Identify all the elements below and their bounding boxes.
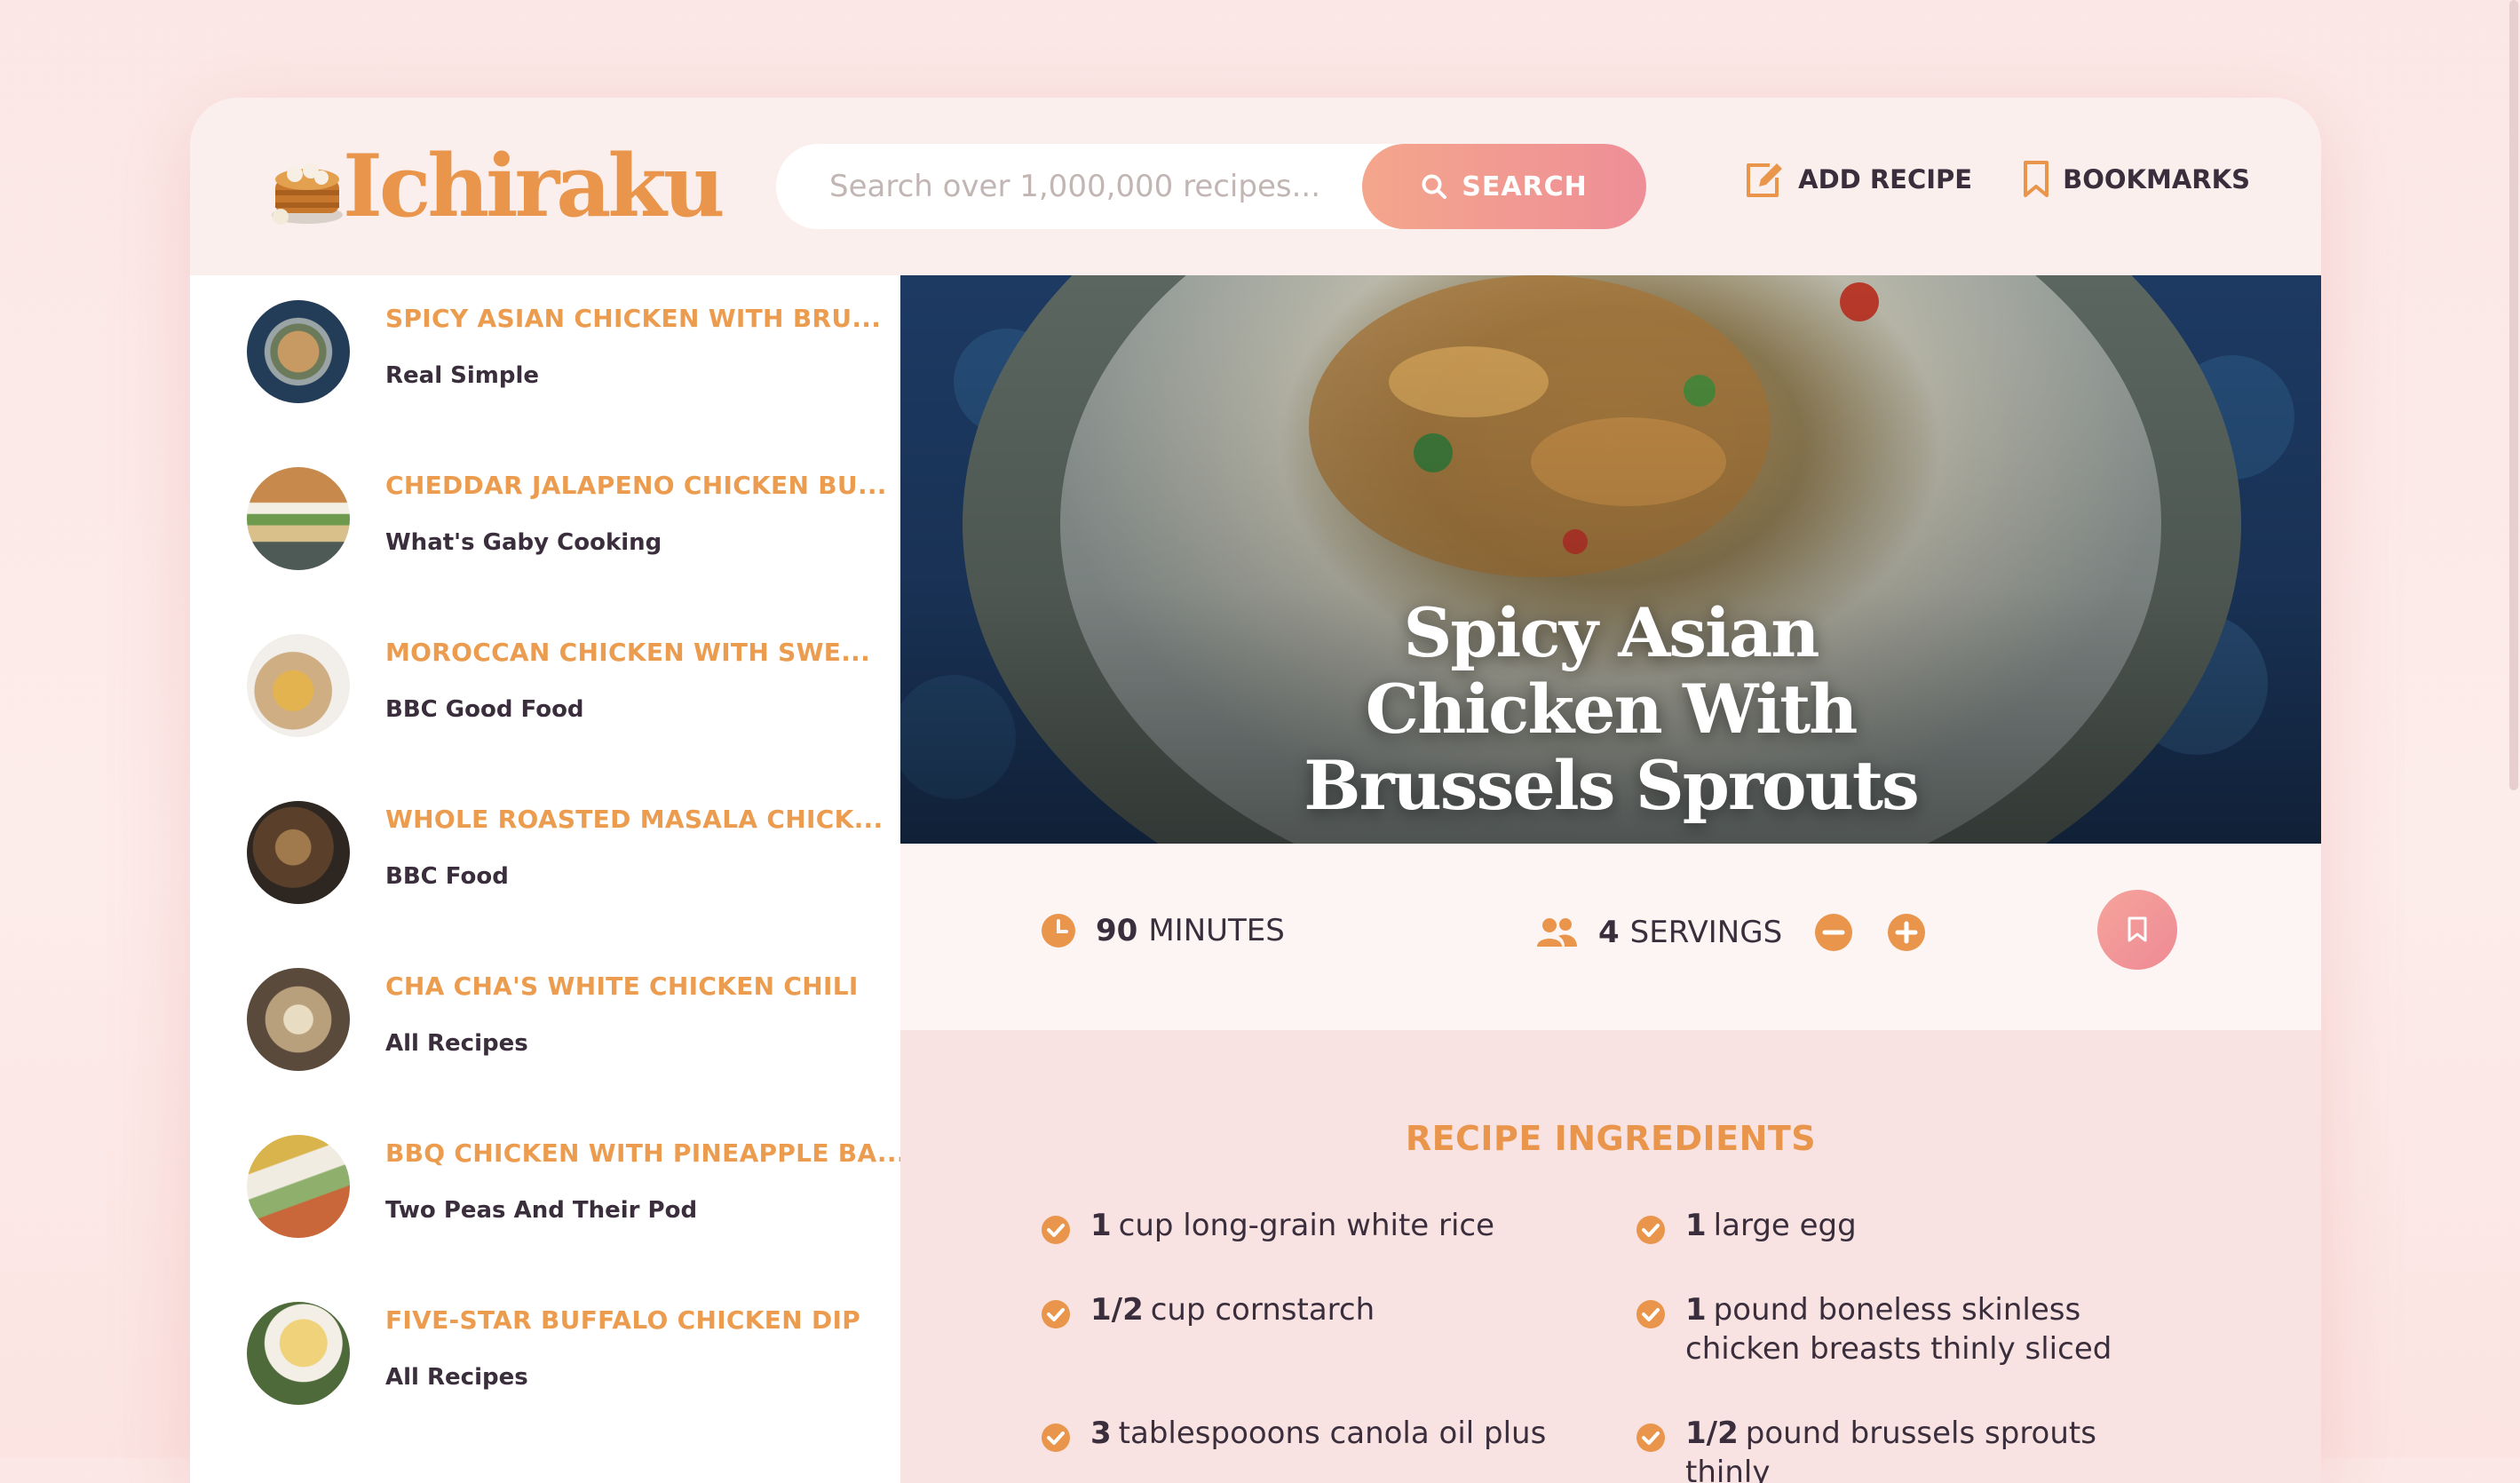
search-result-item[interactable]: BBQ CHICKEN WITH PINEAPPLE BA... Two Pea… <box>247 1119 906 1252</box>
minus-circle-icon[interactable] <box>1814 913 1853 952</box>
minutes-value: 90 <box>1096 913 1138 948</box>
result-publisher: Two Peas And Their Pod <box>385 1197 698 1224</box>
page-scrollbar[interactable] <box>2508 0 2520 1458</box>
result-publisher: All Recipes <box>385 1364 528 1391</box>
recipe-hero: Spicy Asian Chicken With Brussels Sprout… <box>900 275 2321 844</box>
users-icon <box>1537 918 1577 947</box>
recipe-title: Spicy Asian Chicken With Brussels Sprout… <box>1304 593 1919 825</box>
cooking-time: 90 MINUTES <box>1041 913 1285 948</box>
dim-sum-logo-icon <box>272 163 343 225</box>
ingredient-item: 3 tablespooons canola oil plus <box>1041 1414 1591 1453</box>
plus-circle-icon[interactable] <box>1887 913 1926 952</box>
ingredient-item: 1 large egg <box>1636 1206 2186 1245</box>
search-result-item[interactable]: WHOLE ROASTED MASALA CHICK... BBC Food <box>247 785 883 918</box>
bookmarks-button[interactable]: BOOKMARKS <box>2022 160 2250 199</box>
ingredient-quantity: 1 <box>1090 1208 1112 1243</box>
header: Ichiraku SEARCH ADD RECIPE <box>190 98 2321 275</box>
recipe-ingredients: RECIPE INGREDIENTS 1 cup long-grain white… <box>900 1030 2321 1483</box>
clock-icon <box>1042 914 1075 948</box>
minutes-label: MINUTES <box>1148 913 1285 948</box>
recipe-thumbnail <box>247 300 350 403</box>
bookmarks-label: BOOKMARKS <box>2063 164 2250 194</box>
logo-text: Ichiraku <box>343 136 725 236</box>
search-result-item[interactable]: MOROCCAN CHICKEN WITH SWE... BBC Good Fo… <box>247 618 871 751</box>
recipe-thumbnail <box>247 634 350 737</box>
result-title: BBQ CHICKEN WITH PINEAPPLE BA... <box>385 1138 907 1168</box>
search-result-item[interactable]: FIVE-STAR BUFFALO CHICKEN DIP All Recipe… <box>247 1286 868 1419</box>
bookmark-recipe-button[interactable] <box>2097 890 2177 970</box>
bookmark-icon <box>2128 916 2147 942</box>
search-button[interactable]: SEARCH <box>1362 144 1646 229</box>
search-result-item[interactable]: CHA CHA'S WHITE CHICKEN CHILI All Recipe… <box>247 952 868 1085</box>
ingredient-description: cup cornstarch <box>1150 1292 1375 1328</box>
search-input[interactable] <box>776 144 1362 229</box>
result-title: CHA CHA'S WHITE CHICKEN CHILI <box>385 971 859 1001</box>
check-icon <box>1636 1216 1665 1244</box>
ingredient-item: 1 pound boneless skinless chicken breasts… <box>1636 1290 2186 1368</box>
search-button-label: SEARCH <box>1462 171 1588 202</box>
search-result-item[interactable]: SPICY ASIAN CHICKEN WITH BRU... Real Sim… <box>247 284 881 417</box>
servings-label: SERVINGS <box>1629 915 1783 950</box>
result-title: FIVE-STAR BUFFALO CHICKEN DIP <box>385 1305 861 1335</box>
result-title: CHEDDAR JALAPENO CHICKEN BU... <box>385 471 887 500</box>
ingredient-quantity: 1/2 <box>1685 1416 1739 1451</box>
servings-value: 4 <box>1598 915 1620 950</box>
ingredient-item: 1 cup long-grain white rice <box>1041 1206 1591 1245</box>
ingredient-quantity: 3 <box>1090 1416 1112 1451</box>
ingredient-description: cup long-grain white rice <box>1118 1208 1495 1243</box>
recipe-title-wrap: Spicy Asian Chicken With Brussels Sprout… <box>900 595 2321 824</box>
ingredient-quantity: 1 <box>1685 1292 1707 1328</box>
logo[interactable]: Ichiraku <box>266 133 725 240</box>
ingredient-description: tablespooons canola oil plus <box>1118 1416 1547 1451</box>
servings: 4 SERVINGS <box>1534 913 1945 952</box>
header-nav: ADD RECIPE BOOKMARKS <box>1743 160 2250 199</box>
search-results: SPICY ASIAN CHICKEN WITH BRU... Real Sim… <box>190 275 906 1483</box>
recipe-thumbnail <box>247 1302 350 1405</box>
ingredients-heading: RECIPE INGREDIENTS <box>1405 1119 1817 1158</box>
recipe-thumbnail <box>247 801 350 904</box>
result-publisher: BBC Food <box>385 863 509 890</box>
recipe-thumbnail <box>247 968 350 1071</box>
edit-icon <box>1747 163 1783 197</box>
check-icon <box>1636 1300 1665 1328</box>
check-icon <box>1636 1424 1665 1452</box>
ingredient-description: pound boneless skinless chicken breasts … <box>1685 1292 2112 1367</box>
check-icon <box>1042 1216 1070 1244</box>
add-recipe-button[interactable]: ADD RECIPE <box>1743 160 1972 199</box>
ingredient-quantity: 1 <box>1685 1208 1707 1243</box>
result-publisher: All Recipes <box>385 1030 528 1057</box>
app-container: Ichiraku SEARCH ADD RECIPE <box>190 98 2321 1483</box>
recipe-details: 90 MINUTES 4 SERVINGS <box>900 844 2321 1030</box>
result-publisher: BBC Good Food <box>385 696 584 723</box>
search-icon <box>1422 174 1447 199</box>
check-icon <box>1042 1424 1070 1452</box>
search-result-item[interactable]: CHEDDAR JALAPENO CHICKEN BU... What's Ga… <box>247 451 886 584</box>
check-icon <box>1042 1300 1070 1328</box>
result-title: MOROCCAN CHICKEN WITH SWE... <box>385 638 871 667</box>
page-scrollbar-thumb[interactable] <box>2509 0 2518 790</box>
ingredient-quantity: 1/2 <box>1090 1292 1144 1328</box>
add-recipe-label: ADD RECIPE <box>1798 164 1973 194</box>
bookmark-icon <box>2024 161 2049 197</box>
recipe-thumbnail <box>247 1135 350 1238</box>
result-publisher: Real Simple <box>385 362 540 389</box>
result-publisher: What's Gaby Cooking <box>385 529 662 556</box>
ingredient-description: pound brussels sprouts thinly <box>1685 1416 2096 1483</box>
result-title: WHOLE ROASTED MASALA CHICK... <box>385 805 884 834</box>
ingredient-item: 1/2 pound brussels sprouts thinly <box>1636 1414 2186 1483</box>
recipe-thumbnail <box>247 467 350 570</box>
ingredient-description: large egg <box>1713 1208 1857 1243</box>
ingredient-item: 1/2 cup cornstarch <box>1041 1290 1591 1329</box>
result-title: SPICY ASIAN CHICKEN WITH BRU... <box>385 304 882 333</box>
search-bar: SEARCH <box>776 144 1646 229</box>
